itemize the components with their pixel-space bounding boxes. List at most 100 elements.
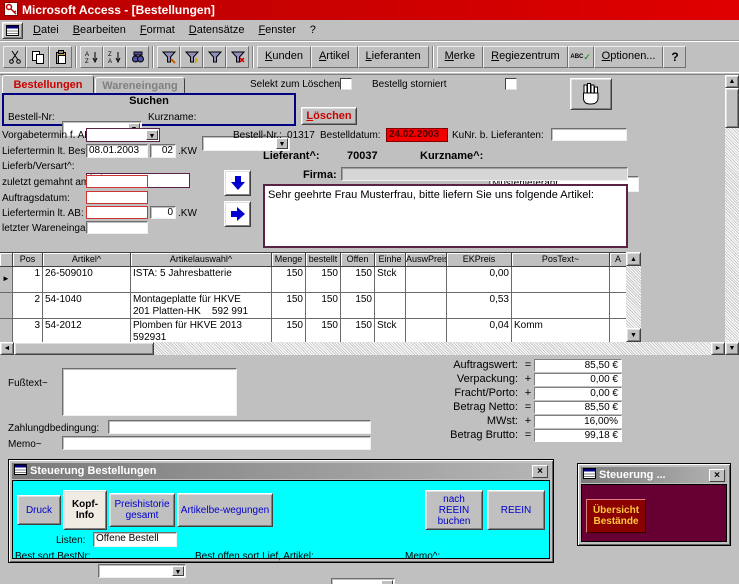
scroll-left-icon[interactable]: ◄ (0, 342, 14, 355)
tab-wareneingang[interactable]: Wareneingang (95, 77, 185, 94)
cell-pos[interactable]: 2 (13, 293, 43, 319)
cell-einheit[interactable]: Stck (375, 267, 406, 293)
liefertermin-ab-kw-field[interactable]: 0 (150, 206, 176, 219)
uebersicht-bestaende-button[interactable]: Übersicht Bestände (586, 499, 646, 533)
cell-artikel[interactable]: 26-509010 (43, 267, 131, 293)
liefertermin-bestg-field[interactable]: 08.01.2003 (86, 144, 148, 158)
menu-datensaetze[interactable]: Datensätze (182, 20, 252, 40)
chevron-down-icon[interactable]: ▼ (172, 566, 184, 576)
scrollbar-thumb[interactable] (725, 88, 739, 128)
cell-offen[interactable]: 150 (341, 319, 375, 342)
cell-ekpreis[interactable]: 0,53 (447, 293, 512, 319)
grid-vertical-scrollbar[interactable]: ▲ ▼ (626, 252, 641, 342)
paste-icon[interactable] (49, 46, 72, 68)
copy-icon[interactable] (26, 46, 49, 68)
liefertermin-ab-field[interactable] (86, 206, 148, 219)
cell-offen[interactable]: 150 (341, 293, 375, 319)
best-sort-bestnr-combo[interactable]: ▼ (98, 564, 186, 578)
cell-extra[interactable] (610, 319, 626, 342)
grid-col-header[interactable]: EKPreis (447, 253, 512, 267)
cell-auswpreis[interactable] (406, 319, 447, 342)
lieferanten-button[interactable]: Lieferanten (358, 46, 429, 68)
kopf-info-button[interactable]: Kopf-Info (63, 490, 107, 530)
cell-extra[interactable] (610, 293, 626, 319)
menu-fenster[interactable]: Fenster (251, 20, 302, 40)
cell-postext[interactable] (512, 267, 610, 293)
menu-bearbeiten[interactable]: Bearbeiten (66, 20, 133, 40)
dialog-title-bar[interactable]: Steuerung ... × (581, 467, 727, 483)
merke-button[interactable]: Merke (437, 46, 484, 68)
artikel-button[interactable]: Artikel (311, 46, 358, 68)
menu-format[interactable]: Format (133, 20, 182, 40)
letzter-wareneingang-field[interactable] (86, 221, 148, 234)
cell-postext[interactable] (512, 293, 610, 319)
scrollbar-thumb[interactable] (14, 342, 154, 355)
horizontal-scrollbar[interactable]: ◄ ► (0, 342, 725, 355)
cut-icon[interactable] (3, 46, 26, 68)
sort-ascending-icon[interactable]: AZ (80, 46, 103, 68)
move-down-button[interactable] (224, 170, 251, 196)
cell-pos[interactable]: 1 (13, 267, 43, 293)
grid-col-header[interactable]: Menge (272, 253, 306, 267)
cell-bestellt[interactable]: 150 (306, 319, 341, 342)
window-vertical-scrollbar[interactable]: ▲ ▼ (725, 75, 739, 355)
title-bar[interactable]: Microsoft Access - [Bestellungen] (0, 0, 739, 20)
menu-hilfe[interactable]: ? (303, 20, 323, 40)
chevron-down-icon[interactable]: ▼ (381, 580, 393, 584)
grid-col-header[interactable]: Pos (13, 253, 43, 267)
fusstext-textarea[interactable] (62, 368, 237, 416)
auftragsdatum-field[interactable] (86, 191, 148, 204)
memo-field[interactable] (62, 436, 371, 450)
tab-bestellungen[interactable]: Bestellungen (2, 75, 94, 94)
row-selector[interactable] (0, 319, 13, 342)
cell-extra[interactable] (610, 267, 626, 293)
sort-descending-icon[interactable]: ZA (103, 46, 126, 68)
row-selector[interactable] (0, 293, 13, 319)
bestelldatum-value[interactable]: 24.02.2003 (386, 128, 448, 142)
filter-by-form-icon[interactable] (157, 46, 180, 68)
reein-button[interactable]: REEIN (487, 490, 545, 530)
cell-artikelauswahl[interactable]: Plomben für HKVE 2013 592931 (131, 319, 272, 342)
grid-col-header[interactable]: AuswPreis (406, 253, 447, 267)
chevron-down-icon[interactable]: ▼ (146, 130, 158, 140)
grid-col-header[interactable]: bestellt (306, 253, 341, 267)
vorgabetermin-combo[interactable]: ▼ (86, 128, 160, 142)
dialog-title-bar[interactable]: Steuerung Bestellungen × (12, 463, 550, 479)
grid-col-header[interactable]: PosText~ (512, 253, 610, 267)
spelling-icon[interactable]: ABC✓ (568, 46, 594, 68)
grid-col-header[interactable]: Einhe (375, 253, 406, 267)
preishistorie-button[interactable]: Preishistorie gesamt (109, 493, 175, 527)
cell-offen[interactable]: 150 (341, 267, 375, 293)
cell-einheit[interactable] (375, 293, 406, 319)
cell-bestellt[interactable]: 150 (306, 293, 341, 319)
scroll-down-icon[interactable]: ▼ (725, 342, 739, 355)
grid-col-header[interactable]: Offen (341, 253, 375, 267)
filter-by-selection-icon[interactable] (180, 46, 203, 68)
remove-filter-icon[interactable] (226, 46, 249, 68)
firma-field[interactable] (341, 167, 628, 181)
grid-col-header[interactable]: Artikelauswahl^ (131, 253, 272, 267)
grid-corner-cell[interactable] (0, 253, 13, 267)
artikelbewegungen-button[interactable]: Artikelbe-wegungen (177, 493, 273, 527)
cell-auswpreis[interactable] (406, 267, 447, 293)
scroll-up-icon[interactable]: ▲ (626, 252, 641, 266)
cell-ekpreis[interactable]: 0,04 (447, 319, 512, 342)
cell-bestellt[interactable]: 150 (306, 267, 341, 293)
cell-auswpreis[interactable] (406, 293, 447, 319)
listen-combo[interactable]: Offene Bestell (93, 532, 177, 547)
cell-pos[interactable]: 3 (13, 319, 43, 342)
move-right-button[interactable] (224, 201, 251, 227)
grid-col-header[interactable]: Artikel^ (43, 253, 131, 267)
find-icon[interactable] (126, 46, 149, 68)
gemahnt-field[interactable] (86, 175, 148, 188)
kunr-lieferanten-field[interactable] (551, 128, 627, 141)
regiezentrum-button[interactable]: Regiezentrum (483, 46, 568, 68)
cell-menge[interactable]: 150 (272, 267, 306, 293)
row-selector[interactable]: ► (0, 267, 13, 293)
cell-artikelauswahl[interactable]: ISTA: 5 Jahresbatterie (131, 267, 272, 293)
zahlungsbedingung-field[interactable] (108, 420, 371, 434)
best-offen-sort-combo[interactable]: ▼ (331, 578, 395, 584)
letter-text-area[interactable]: Sehr geehrte Frau Musterfrau, bitte lief… (263, 184, 628, 248)
help-icon[interactable]: ? (663, 46, 686, 68)
scroll-right-icon[interactable]: ► (711, 342, 725, 355)
